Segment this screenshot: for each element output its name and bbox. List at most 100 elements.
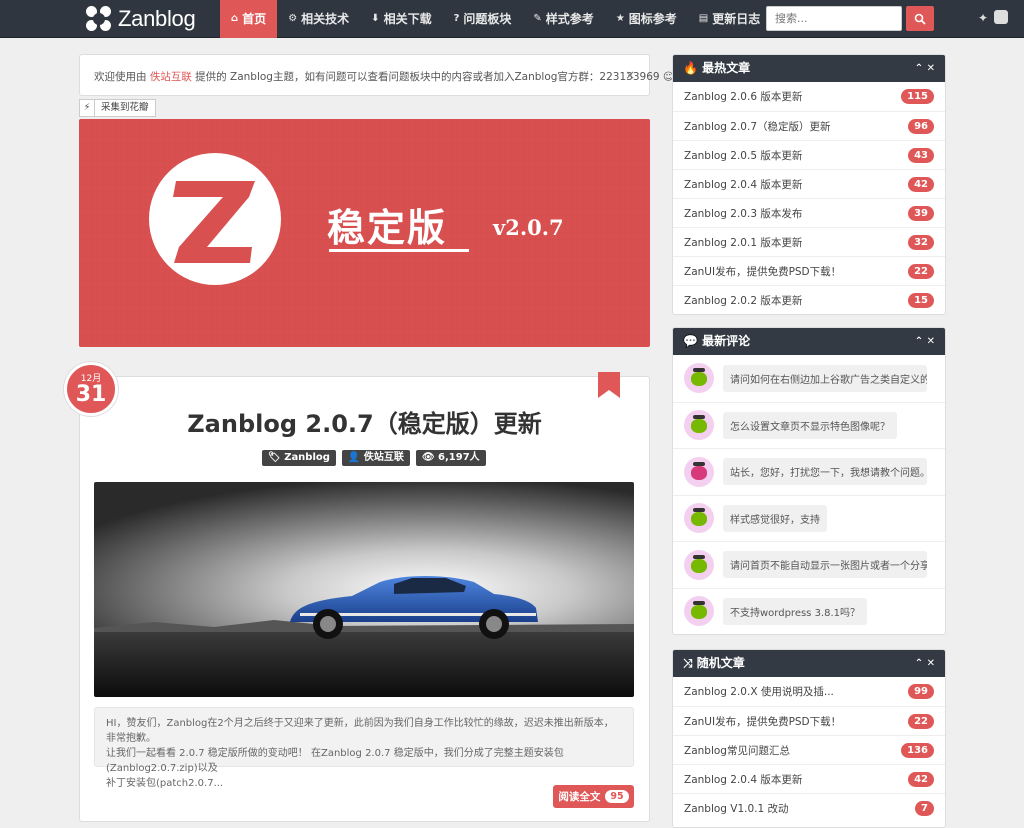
count-badge: 32 <box>908 234 934 250</box>
banner-underline <box>329 249 469 252</box>
post-tag-label: Zanblog <box>284 452 330 463</box>
comment-item[interactable]: 怎么设置文章页不显示特色图像呢？ <box>673 401 945 449</box>
item-title: Zanblog 2.0.4 版本更新 <box>684 773 803 786</box>
list-item[interactable]: Zanblog 2.0.4 版本更新 42 <box>673 764 945 793</box>
count-badge: 7 <box>915 800 934 816</box>
fire-icon: 🔥 <box>683 61 703 75</box>
avatar <box>684 596 714 627</box>
search-input[interactable] <box>766 6 902 31</box>
list-item[interactable]: Zanblog 2.0.2 版本更新 15 <box>673 285 945 314</box>
count-badge: 22 <box>908 263 934 279</box>
avatar <box>684 363 714 394</box>
count-badge: 42 <box>908 771 934 787</box>
search-button[interactable] <box>906 6 934 31</box>
nav-item-download[interactable]: ⬇ 相关下载 <box>360 0 442 38</box>
comment-item[interactable]: 不支持wordpress 3.8.1吗？ <box>673 587 945 635</box>
comments-list: 请问如何在右侧边加上谷歌广告之类自定义的... 怎么设置文章页不显示特色图像呢？… <box>673 355 945 634</box>
collapse-close-icons[interactable]: ⌃ ✕ <box>915 650 935 677</box>
item-title: Zanblog V1.0.1 改动 <box>684 802 789 815</box>
item-title: Zanblog 2.0.5 版本更新 <box>684 149 803 162</box>
zanblog-z-logo <box>149 153 281 285</box>
count-badge: 15 <box>908 292 934 308</box>
avatar <box>684 410 714 441</box>
nav-item-home[interactable]: ⌂ 首页 <box>220 0 278 38</box>
comment-text: 怎么设置文章页不显示特色图像呢？ <box>723 411 897 439</box>
top-navbar: Zanblog ⌂ 首页 ⚙ 相关技术 ⬇ 相关下载 ? 问题板块 ✎ 样式参考… <box>0 0 1024 38</box>
item-title: Zanblog 2.0.3 版本发布 <box>684 207 803 220</box>
shuffle-icon: ⤨ <box>683 656 697 670</box>
count-badge: 96 <box>908 118 934 134</box>
list-item[interactable]: ZanUI发布，提供免费PSD下载！ 22 <box>673 256 945 285</box>
comment-item[interactable]: 请问首页不能自动显示一张图片或者一个分享... <box>673 541 945 588</box>
item-title: Zanblog 2.0.1 版本更新 <box>684 236 803 249</box>
site-name: Zanblog <box>118 6 196 31</box>
search-icon <box>914 13 926 25</box>
read-more-button[interactable]: 阅读全文 95 <box>553 785 634 808</box>
nav-item-styles[interactable]: ✎ 样式参考 <box>522 0 604 38</box>
notice-link[interactable]: 佚站互联 <box>150 71 192 83</box>
comment-text: 样式感觉很好，支持 <box>723 504 827 532</box>
eye-icon: 👁 <box>421 452 439 463</box>
download-icon: ⬇ <box>371 13 380 24</box>
star-icon: ★ <box>615 13 625 24</box>
avatar <box>684 549 714 580</box>
comment-item[interactable]: 请问如何在右侧边加上谷歌广告之类自定义的... <box>673 355 945 402</box>
bookmark-icon[interactable] <box>598 372 620 398</box>
nav-item-tech[interactable]: ⚙ 相关技术 <box>277 0 360 38</box>
nav-item-icons[interactable]: ★ 图标参考 <box>605 0 688 38</box>
featured-banner[interactable]: 稳定版 v2.0.7 <box>79 119 650 347</box>
item-title: Zanblog 2.0.6 版本更新 <box>684 91 803 103</box>
pin-icon[interactable]: ✦ <box>978 11 988 25</box>
list-item[interactable]: Zanblog 2.0.3 版本发布 39 <box>673 198 945 227</box>
excerpt-line: 补丁安装包(patch2.0.7... <box>106 778 224 789</box>
list-item[interactable]: Zanblog常见问题汇总 136 <box>673 735 945 764</box>
huaban-collect-button[interactable]: ⚡ 采集到花瓣 <box>79 99 156 117</box>
list-item[interactable]: Zanblog 2.0.7（稳定版）更新 96 <box>673 111 945 140</box>
nav-item-label: 问题板块 <box>463 12 512 26</box>
count-badge: 99 <box>908 684 934 699</box>
list-item[interactable]: Zanblog 2.0.5 版本更新 43 <box>673 140 945 169</box>
question-icon: ? <box>453 13 460 24</box>
post-tag[interactable]: 🏷 Zanblog <box>262 450 336 466</box>
site-logo[interactable]: Zanblog <box>86 5 196 33</box>
brush-icon: ✎ <box>533 13 542 24</box>
nav-item-label: 更新日志 <box>712 12 761 26</box>
comment-text: 站长，您好，打扰您一下，我想请教个问题。... <box>723 458 927 486</box>
widget-header: 🔥 最热文章 ⌃ ✕ <box>673 55 945 82</box>
nav-item-questions[interactable]: ? 问题板块 <box>443 0 523 38</box>
collapse-close-icons[interactable]: ⌃ ✕ <box>915 55 935 82</box>
list-item[interactable]: Zanblog V1.0.1 改动 7 <box>673 793 945 822</box>
comment-item[interactable]: 样式感觉很好，支持 <box>673 494 945 542</box>
list-item[interactable]: Zanblog 2.0.4 版本更新 42 <box>673 169 945 198</box>
collapse-close-icons[interactable]: ⌃ ✕ <box>915 328 935 355</box>
post-views-label: 6,197人 <box>438 452 480 463</box>
post-author-label: 佚站互联 <box>363 452 404 463</box>
post-author[interactable]: 👤 佚站互联 <box>341 450 410 466</box>
nav-item-label: 样式参考 <box>545 12 594 26</box>
comment-count: 95 <box>605 790 629 803</box>
comment-text: 不支持wordpress 3.8.1吗？ <box>723 597 868 625</box>
hot-posts-list: Zanblog 2.0.6 版本更新 115 Zanblog 2.0.7（稳定版）… <box>673 82 945 314</box>
list-item[interactable]: ZanUI发布，提供免费PSD下载！ 22 <box>673 706 945 735</box>
logo-icon <box>86 6 112 32</box>
item-title: ZanUI发布，提供免费PSD下载！ <box>684 715 842 728</box>
nav-item-changelog[interactable]: ▤ 更新日志 <box>688 0 771 38</box>
close-icon[interactable]: × <box>625 68 635 82</box>
post-title[interactable]: Zanblog 2.0.7（稳定版）更新 <box>79 404 650 439</box>
random-posts-widget: ⤨ 随机文章 ⌃ ✕ Zanblog 2.0.X 使用说明及插... 99 Zan… <box>672 649 946 828</box>
huaban-label: 采集到花瓣 <box>101 102 149 113</box>
count-badge: 43 <box>908 147 934 163</box>
bolt-icon: ⚡ <box>80 100 95 116</box>
item-title: Zanblog常见问题汇总 <box>684 744 790 757</box>
post-featured-image[interactable] <box>94 482 634 697</box>
user-avatar[interactable] <box>994 10 1008 24</box>
count-badge: 42 <box>908 176 934 192</box>
list-item[interactable]: Zanblog 2.0.X 使用说明及插... 99 <box>673 677 945 706</box>
list-item[interactable]: Zanblog 2.0.6 版本更新 115 <box>673 82 945 111</box>
comment-item[interactable]: 站长，您好，打扰您一下，我想请教个问题。... <box>673 448 945 495</box>
notice-text-after: 提供的 Zanblog主题，如有问题可以查看问题板块中的内容或者加入Zanblo… <box>191 71 674 83</box>
post-views: 👁 6,197人 <box>415 450 486 466</box>
comment-icon: 💬 <box>683 334 703 348</box>
item-title: Zanblog 2.0.X 使用说明及插... <box>684 686 834 698</box>
list-item[interactable]: Zanblog 2.0.1 版本更新 32 <box>673 227 945 256</box>
